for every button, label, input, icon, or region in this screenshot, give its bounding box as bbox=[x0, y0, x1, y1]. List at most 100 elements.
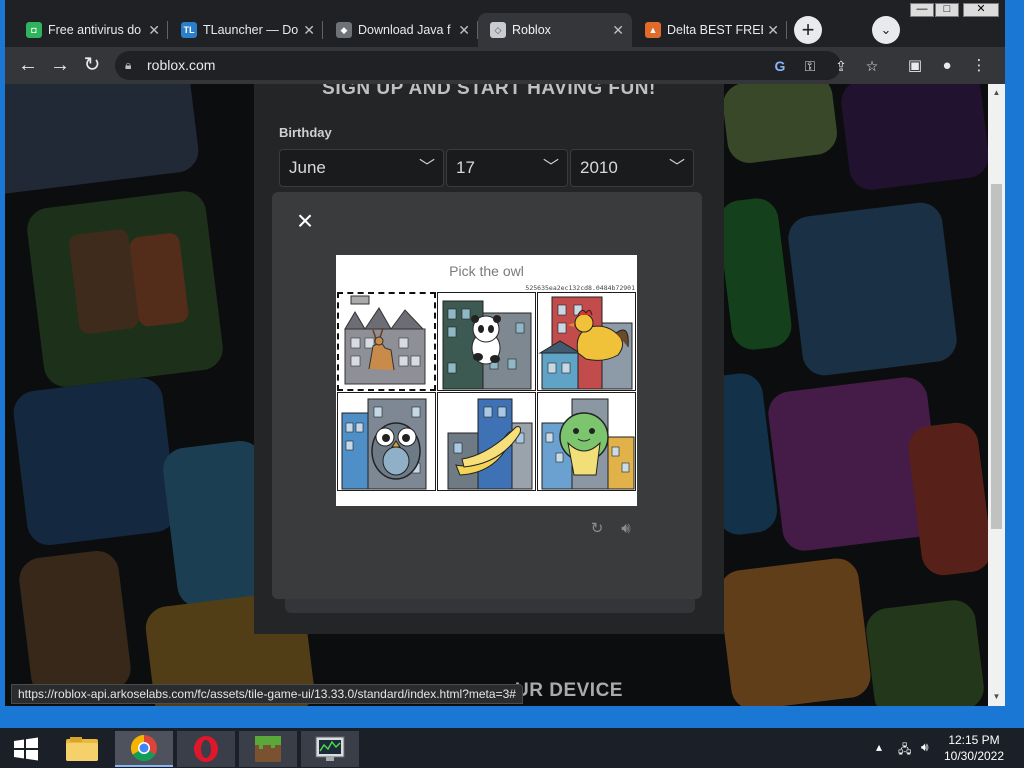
tab-close-icon[interactable]: ✕ bbox=[612, 13, 624, 47]
opera-icon bbox=[194, 736, 218, 762]
panda-icon bbox=[442, 300, 532, 390]
address-bar[interactable]: 🔒︎ roblox.com G ⚿ ⇪ ☆ bbox=[115, 51, 878, 80]
chrome-icon bbox=[130, 734, 157, 762]
minecraft-icon bbox=[255, 736, 281, 762]
bookmark-star-icon[interactable]: ☆ bbox=[862, 56, 882, 76]
back-button[interactable]: ← bbox=[15, 53, 41, 79]
captcha-tile-rooster[interactable] bbox=[537, 292, 636, 391]
tab-title: Free antivirus do bbox=[48, 23, 142, 37]
tab-delta[interactable]: ▲ Delta BEST FREE ✕ bbox=[633, 13, 787, 47]
desktop: — □ ✕ ◘ Free antivirus do ✕ TL TLauncher… bbox=[0, 0, 1024, 768]
reload-button[interactable]: ↻ bbox=[79, 53, 105, 79]
clock-time: 12:15 PM bbox=[948, 733, 1000, 747]
address-text[interactable]: roblox.com bbox=[147, 51, 215, 80]
tlauncher-favicon-icon: TL bbox=[181, 22, 197, 38]
captcha-tile-deer[interactable] bbox=[337, 292, 436, 391]
tab-close-icon[interactable]: ✕ bbox=[458, 13, 470, 47]
captcha-tile-owl[interactable] bbox=[337, 392, 436, 491]
birthday-year-select[interactable]: 2010 ﹀ bbox=[570, 149, 694, 187]
chevron-down-icon: ﹀ bbox=[542, 159, 559, 176]
browser-window: — □ ✕ ◘ Free antivirus do ✕ TL TLauncher… bbox=[5, 0, 1005, 706]
tab-search-button[interactable]: ⌄ bbox=[872, 16, 900, 44]
captcha-tile-panda[interactable] bbox=[437, 292, 536, 391]
taskbar-minecraft[interactable] bbox=[239, 731, 297, 767]
show-hidden-icons-icon[interactable]: ▴ bbox=[876, 740, 882, 754]
tab-title: Delta BEST FREE bbox=[667, 23, 763, 37]
banana-icon bbox=[447, 398, 533, 490]
captcha-close-button[interactable]: × bbox=[292, 207, 318, 235]
day-value: 17 bbox=[456, 158, 475, 177]
tab-roblox[interactable]: ◇ Roblox ✕ bbox=[478, 13, 632, 47]
reload-icon: ↻ bbox=[83, 54, 101, 76]
google-icon[interactable]: G bbox=[770, 56, 790, 76]
taskbar: ▴ 🖧︎ 🔊︎ 12:15 PM 10/30/2022 bbox=[0, 728, 1024, 768]
modal-footer-shadow bbox=[285, 599, 695, 613]
chevron-down-icon: ﹀ bbox=[668, 159, 685, 176]
link-status-bubble: https://roblox-api.arkoselabs.com/fc/ass… bbox=[11, 684, 523, 704]
close-window-button[interactable]: ✕ bbox=[963, 3, 999, 17]
start-button[interactable] bbox=[0, 731, 52, 767]
birthday-month-select[interactable]: June ﹀ bbox=[279, 149, 444, 187]
lock-icon: 🔒︎ bbox=[125, 58, 132, 72]
tab-close-icon[interactable]: ✕ bbox=[148, 13, 160, 47]
refresh-puzzle-icon[interactable]: ↻ bbox=[587, 519, 607, 539]
minimize-button[interactable]: — bbox=[910, 3, 934, 17]
profile-icon[interactable]: ● bbox=[936, 55, 958, 77]
page-viewport: SIGN UP AND START HAVING FUN! Birthday J… bbox=[5, 84, 988, 706]
month-value: June bbox=[289, 158, 326, 177]
network-icon[interactable]: 🖧︎ bbox=[898, 740, 911, 761]
taskbar-system-monitor[interactable] bbox=[301, 731, 359, 767]
birthday-day-select[interactable]: 17 ﹀ bbox=[446, 149, 568, 187]
captcha-tile-banana[interactable] bbox=[437, 392, 536, 491]
captcha-token: 525635ea2ec132cd8.0484b72901 bbox=[525, 284, 635, 292]
owl-icon bbox=[341, 398, 427, 490]
new-tab-button[interactable]: + bbox=[794, 16, 822, 44]
tab-title: Roblox bbox=[512, 23, 551, 37]
arrow-right-icon: → bbox=[50, 54, 70, 76]
year-value: 2010 bbox=[580, 158, 618, 177]
captcha-prompt: Pick the owl bbox=[449, 263, 524, 279]
side-panel-icon[interactable]: ▣ bbox=[904, 55, 926, 77]
taskbar-chrome[interactable] bbox=[115, 731, 173, 767]
scroll-up-arrow-icon[interactable]: ▲ bbox=[988, 86, 1005, 100]
system-clock[interactable]: 12:15 PM 10/30/2022 bbox=[934, 732, 1014, 764]
deer-icon bbox=[344, 295, 426, 385]
scroll-down-arrow-icon[interactable]: ▼ bbox=[988, 690, 1005, 704]
chevron-down-icon: ⌄ bbox=[880, 22, 892, 37]
tab-strip: — □ ✕ ◘ Free antivirus do ✕ TL TLauncher… bbox=[5, 0, 1005, 47]
roblox-favicon-icon: ◇ bbox=[490, 22, 506, 38]
rooster-icon bbox=[538, 296, 633, 390]
taskbar-file-explorer[interactable] bbox=[53, 731, 111, 767]
volume-icon[interactable]: 🔊︎ bbox=[921, 740, 929, 755]
scrollbar-thumb[interactable] bbox=[991, 184, 1002, 529]
menu-kebab-icon[interactable]: ⋮ bbox=[968, 55, 990, 77]
turtle-icon bbox=[541, 398, 635, 490]
taskbar-opera[interactable] bbox=[177, 731, 235, 767]
captcha-puzzle: Pick the owl 525635ea2ec132cd8.0484b7290… bbox=[336, 255, 637, 506]
captcha-modal: × Pick the owl 525635ea2ec132cd8.0484b72… bbox=[272, 192, 702, 599]
share-icon[interactable]: ⇪ bbox=[831, 56, 851, 76]
browser-toolbar: ← → ↻ 🔒︎ roblox.com G ⚿ ⇪ ☆ ▣ ● ⋮ bbox=[5, 47, 1005, 84]
windows-logo-icon bbox=[14, 737, 38, 761]
chevron-down-icon: ﹀ bbox=[418, 159, 435, 176]
tab-close-icon[interactable]: ✕ bbox=[303, 13, 315, 47]
forward-button[interactable]: → bbox=[47, 53, 73, 79]
java-favicon-icon: ◆ bbox=[336, 22, 352, 38]
tab-antivirus[interactable]: ◘ Free antivirus do ✕ bbox=[14, 13, 168, 47]
clock-date: 10/30/2022 bbox=[943, 749, 1005, 763]
antivirus-favicon-icon: ◘ bbox=[26, 22, 42, 38]
vertical-scrollbar[interactable]: ▲ ▼ bbox=[988, 84, 1005, 706]
maximize-button[interactable]: □ bbox=[935, 3, 959, 17]
arrow-left-icon: ← bbox=[18, 54, 38, 76]
signup-title: SIGN UP AND START HAVING FUN! bbox=[322, 84, 656, 99]
tab-tlauncher[interactable]: TL TLauncher — Do ✕ bbox=[169, 13, 323, 47]
delta-favicon-icon: ▲ bbox=[645, 22, 661, 38]
audio-challenge-icon[interactable]: 🔊︎ bbox=[616, 519, 636, 539]
key-icon[interactable]: ⚿ bbox=[800, 56, 820, 76]
tab-title: Download Java f bbox=[358, 23, 451, 37]
captcha-tile-turtle[interactable] bbox=[537, 392, 636, 491]
tab-close-icon[interactable]: ✕ bbox=[767, 13, 779, 47]
tab-java[interactable]: ◆ Download Java f ✕ bbox=[324, 13, 478, 47]
device-heading: UR DEVICE bbox=[515, 680, 623, 701]
monitor-icon bbox=[315, 736, 345, 761]
